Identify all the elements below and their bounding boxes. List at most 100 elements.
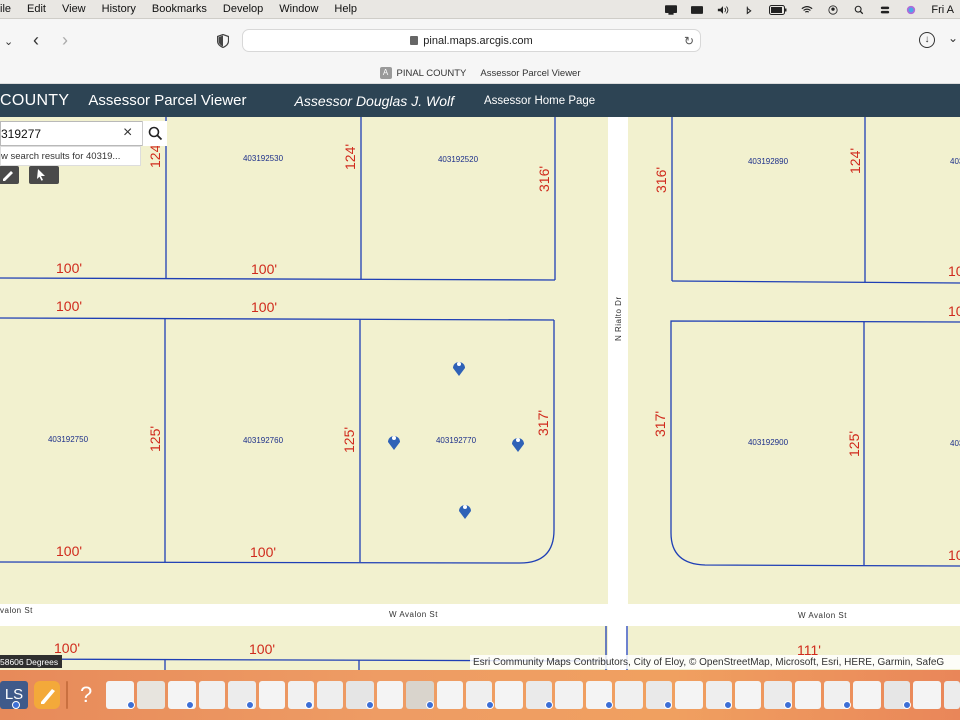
running-indicator bbox=[545, 701, 553, 709]
parcel-id-label[interactable]: 403 bbox=[950, 439, 960, 448]
menu-history[interactable]: History bbox=[94, 3, 144, 15]
dock-thumbnail[interactable] bbox=[495, 681, 523, 709]
url-text: pinal.maps.arcgis.com bbox=[423, 34, 533, 47]
running-indicator bbox=[605, 701, 613, 709]
map-attribution: Esri Community Maps Contributors, City o… bbox=[470, 655, 960, 669]
dock-thumbnail[interactable] bbox=[137, 681, 165, 709]
dock-thumbnail[interactable] bbox=[615, 681, 643, 709]
dimension-label: 125' bbox=[846, 431, 862, 457]
search-button[interactable] bbox=[142, 121, 167, 146]
downloads-icon[interactable]: ↓ bbox=[919, 32, 935, 48]
battery-icon[interactable] bbox=[769, 4, 787, 15]
dimension-label: 124' bbox=[342, 144, 358, 170]
user-icon[interactable] bbox=[827, 4, 839, 15]
screen-mirror-icon[interactable] bbox=[691, 5, 704, 15]
dock-thumbnail[interactable] bbox=[199, 681, 225, 709]
running-indicator bbox=[127, 701, 135, 709]
parcel-id-label[interactable]: 403192900 bbox=[748, 438, 789, 447]
bluetooth-icon[interactable] bbox=[743, 5, 755, 15]
parcel-boundaries bbox=[0, 117, 960, 670]
search-input[interactable] bbox=[1, 122, 119, 145]
volume-icon[interactable] bbox=[717, 5, 729, 15]
dimension-label: 100' bbox=[251, 299, 277, 315]
menu-bookmarks[interactable]: Bookmarks bbox=[144, 3, 215, 15]
pencil-icon bbox=[41, 689, 55, 704]
dock-thumbnail[interactable] bbox=[853, 681, 881, 709]
assessor-name: Assessor Douglas J. Wolf bbox=[294, 92, 454, 109]
menu-help[interactable]: Help bbox=[326, 3, 365, 15]
zoom-tool-button[interactable] bbox=[0, 166, 19, 184]
parcel-id-label[interactable]: 403192890 bbox=[748, 157, 789, 166]
dock-thumbnail[interactable] bbox=[377, 681, 403, 709]
dimension-label: 316' bbox=[653, 167, 669, 193]
parcel-id-label[interactable]: 403 bbox=[950, 157, 960, 166]
dock-thumbnail[interactable] bbox=[735, 681, 761, 709]
parcel-map[interactable]: 403192530 403192520 403192890 403192750 … bbox=[0, 117, 960, 670]
sidebar-chevron-icon[interactable]: ⌄ bbox=[4, 33, 13, 51]
active-tab[interactable]: A PINAL COUNTY Assessor Parcel Viewer bbox=[379, 67, 581, 79]
dock-thumbnail[interactable] bbox=[795, 681, 821, 709]
menu-file[interactable]: ile bbox=[0, 3, 19, 15]
street-label: W Avalon St bbox=[798, 611, 847, 620]
dock-thumbnail[interactable] bbox=[317, 681, 343, 709]
running-indicator bbox=[784, 701, 792, 709]
running-indicator bbox=[664, 701, 672, 709]
address-bar[interactable]: pinal.maps.arcgis.com ↻ bbox=[242, 29, 701, 52]
scale-readout: 58606 Degrees bbox=[0, 655, 63, 668]
dimension-label: 125' bbox=[341, 427, 357, 453]
dock-thumbnail[interactable] bbox=[944, 681, 960, 709]
dock-thumbnail[interactable] bbox=[259, 681, 285, 709]
dimension-label: 100' bbox=[56, 543, 82, 559]
dock-app-pages[interactable] bbox=[34, 681, 60, 709]
dimension-label: 100' bbox=[54, 640, 80, 656]
parcel-id-label[interactable]: 403192760 bbox=[243, 436, 284, 445]
control-center-icon[interactable] bbox=[879, 5, 891, 15]
dimension-label: 10 bbox=[948, 263, 960, 279]
dimension-label: 125' bbox=[147, 426, 163, 452]
siri-icon[interactable] bbox=[905, 5, 917, 15]
dock: LS ? bbox=[0, 670, 960, 720]
app-header: COUNTY Assessor Parcel Viewer Assessor D… bbox=[0, 84, 960, 117]
spotlight-search-icon[interactable] bbox=[853, 5, 865, 15]
dimension-label: 100' bbox=[249, 641, 275, 657]
forward-icon[interactable]: › bbox=[62, 31, 68, 49]
dock-thumbnail[interactable] bbox=[675, 681, 703, 709]
dock-thumbnail[interactable] bbox=[437, 681, 463, 709]
tab-bar: A PINAL COUNTY Assessor Parcel Viewer bbox=[0, 63, 960, 84]
assessor-home-link[interactable]: Assessor Home Page bbox=[484, 95, 595, 107]
menu-clock[interactable]: Fri A bbox=[931, 4, 954, 16]
display-icon[interactable] bbox=[665, 4, 678, 15]
running-indicator bbox=[366, 701, 374, 709]
tab-favicon: A bbox=[379, 67, 392, 79]
lock-icon bbox=[410, 36, 419, 45]
parcel-id-label[interactable]: 403192530 bbox=[243, 154, 284, 163]
menu-edit[interactable]: Edit bbox=[19, 3, 54, 15]
running-indicator bbox=[843, 701, 851, 709]
clear-icon[interactable]: × bbox=[123, 124, 132, 142]
map-canvas[interactable]: 403192530 403192520 403192890 403192750 … bbox=[0, 117, 960, 670]
running-indicator bbox=[486, 701, 494, 709]
parcel-id-label[interactable]: 403192750 bbox=[48, 435, 89, 444]
menu-window[interactable]: Window bbox=[271, 3, 326, 15]
overflow-chevron-icon[interactable]: ⌄ bbox=[948, 31, 958, 45]
parcel-id-label[interactable]: 403192770 bbox=[436, 436, 477, 445]
select-tool-button[interactable] bbox=[29, 166, 59, 184]
wifi-icon[interactable] bbox=[801, 5, 813, 15]
street-label: N Rialto Dr bbox=[614, 296, 623, 341]
tab-subtitle: Assessor Parcel Viewer bbox=[480, 67, 581, 79]
privacy-shield-icon[interactable] bbox=[217, 34, 229, 48]
dock-thumbnail[interactable] bbox=[913, 681, 941, 709]
menu-develop[interactable]: Develop bbox=[215, 3, 271, 15]
running-indicator bbox=[903, 701, 911, 709]
pencil-icon bbox=[3, 171, 13, 181]
menu-view[interactable]: View bbox=[54, 3, 94, 15]
reload-icon[interactable]: ↻ bbox=[684, 34, 694, 48]
dock-divider bbox=[66, 681, 68, 709]
dimension-label: 100' bbox=[56, 260, 82, 276]
dock-thumbnail[interactable] bbox=[555, 681, 583, 709]
back-icon[interactable]: ‹ bbox=[33, 31, 39, 49]
search-suggestion[interactable]: w search results for 40319... bbox=[0, 146, 141, 166]
help-icon[interactable]: ? bbox=[80, 681, 100, 709]
parcel-search-box: × bbox=[0, 121, 167, 146]
parcel-id-label[interactable]: 403192520 bbox=[438, 155, 479, 164]
